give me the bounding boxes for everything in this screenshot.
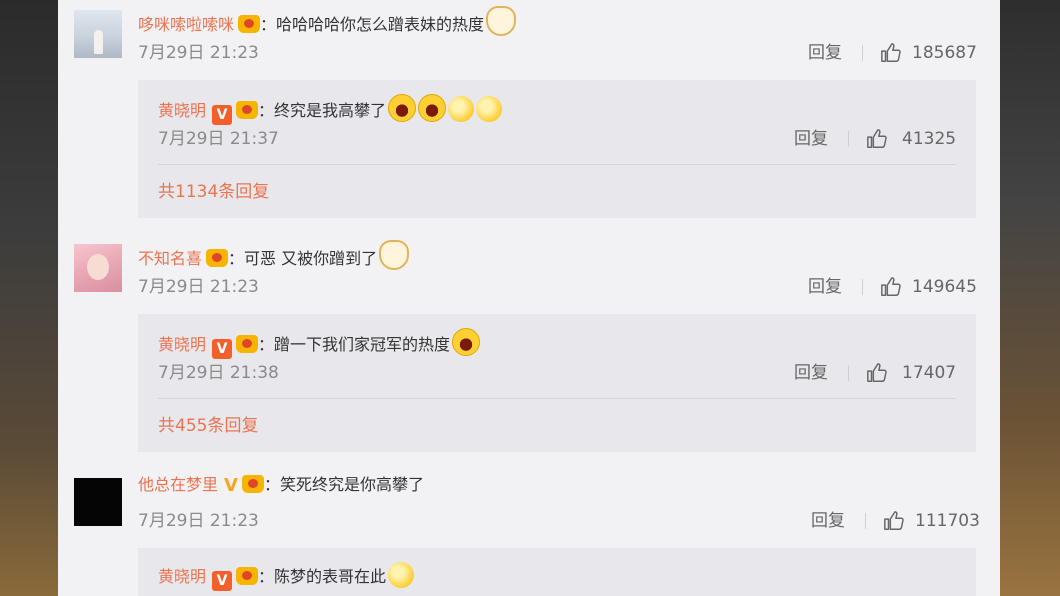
verified-v-icon: V: [212, 571, 233, 591]
thumbs-up-icon[interactable]: [866, 362, 888, 384]
verified-v-icon: V: [212, 105, 233, 125]
dog-emoji-icon: [379, 240, 410, 270]
comment-text: ：笑死终究是你高攀了: [263, 475, 424, 494]
comment-line: 他总在梦里 V ：笑死终究是你高攀了: [138, 474, 424, 497]
more-replies-link[interactable]: 共1134条回复: [158, 181, 269, 203]
reply-time: 7月29日 21:37: [158, 129, 279, 149]
crown-icon: [236, 101, 259, 119]
reply-divider: [158, 398, 956, 399]
comment-time: 7月29日 21:23: [138, 511, 259, 531]
comment-panel: 哆咪嗦啦嗦咪 ：哈哈哈哈你怎么蹭表妹的热度 7月29日 21:23 回复 1856…: [58, 0, 1000, 596]
action-divider: [862, 279, 863, 295]
like-count: 185687: [912, 43, 977, 63]
cover-face-emoji-icon: [448, 96, 475, 122]
comment-username[interactable]: 他总在梦里: [138, 475, 218, 494]
avatar[interactable]: [74, 10, 122, 58]
comment-line: 哆咪嗦啦嗦咪 ：哈哈哈哈你怎么蹭表妹的热度: [138, 6, 517, 36]
reply-line: 黄晓明 V ：终究是我高攀了: [158, 94, 503, 125]
crown-icon: [236, 567, 259, 585]
more-replies-link[interactable]: 共455条回复: [158, 415, 258, 437]
reply-text: ：终究是我高攀了: [258, 101, 387, 120]
reply-button[interactable]: 回复: [811, 510, 845, 532]
like-count: 41325: [902, 129, 957, 149]
comment-username[interactable]: 哆咪嗦啦嗦咪: [138, 15, 234, 34]
cover-face-emoji-icon: [388, 562, 415, 588]
crown-icon: [236, 335, 259, 353]
reply-box: 黄晓明 V ：终究是我高攀了 7月29日 21:37 回复 41325 共1134条…: [138, 80, 976, 218]
reply-line: 黄晓明 V ：陈梦的表哥在此: [158, 562, 415, 591]
crown-icon: [241, 475, 264, 493]
laugh-emoji-icon: [388, 94, 417, 122]
comment-time: 7月29日 21:23: [138, 277, 259, 297]
reply-box: 黄晓明 V ：蹭一下我们家冠军的热度 7月29日 21:38 回复 17407 共4…: [138, 314, 976, 452]
thumbs-up-icon[interactable]: [880, 276, 902, 298]
thumbs-up-icon[interactable]: [883, 510, 905, 532]
thumbs-up-icon[interactable]: [866, 128, 888, 150]
action-divider: [862, 45, 863, 61]
reply-username[interactable]: 黄晓明: [158, 567, 206, 586]
reply-text: ：蹭一下我们家冠军的热度: [258, 335, 451, 354]
reply-time: 7月29日 21:38: [158, 363, 279, 383]
video-background-right: [998, 0, 1060, 596]
action-divider: [865, 513, 866, 529]
reply-divider: [158, 164, 956, 165]
avatar[interactable]: [74, 244, 122, 292]
comment-time: 7月29日 21:23: [138, 43, 259, 63]
reply-button[interactable]: 回复: [794, 362, 828, 384]
laugh-emoji-icon: [418, 94, 447, 122]
crown-icon: [238, 15, 261, 33]
crown-icon: [206, 249, 229, 267]
comment-text: ：哈哈哈哈你怎么蹭表妹的热度: [260, 15, 485, 34]
laugh-emoji-icon: [452, 328, 481, 356]
reply-username[interactable]: 黄晓明: [158, 101, 206, 120]
avatar[interactable]: [74, 478, 122, 526]
reply-box: 黄晓明 V ：陈梦的表哥在此: [138, 548, 976, 596]
cover-face-emoji-icon: [476, 96, 503, 122]
reply-button[interactable]: 回复: [808, 276, 842, 298]
comment-username[interactable]: 不知名喜: [138, 249, 202, 268]
action-divider: [848, 365, 849, 381]
thumbs-up-icon[interactable]: [880, 42, 902, 64]
reply-button[interactable]: 回复: [794, 128, 828, 150]
reply-text: ：陈梦的表哥在此: [258, 567, 387, 586]
reply-line: 黄晓明 V ：蹭一下我们家冠军的热度: [158, 328, 481, 359]
like-count: 111703: [915, 511, 980, 531]
video-background-left: [0, 0, 60, 596]
comment-text: ：可恶 又被你蹭到了: [228, 249, 378, 268]
reply-button[interactable]: 回复: [808, 42, 842, 64]
reply-username[interactable]: 黄晓明: [158, 335, 206, 354]
verified-v-icon: V: [224, 475, 238, 496]
dog-emoji-icon: [486, 6, 517, 36]
action-divider: [848, 131, 849, 147]
verified-v-icon: V: [212, 339, 233, 359]
like-count: 149645: [912, 277, 977, 297]
like-count: 17407: [902, 363, 957, 383]
comment-line: 不知名喜 ：可恶 又被你蹭到了: [138, 240, 410, 270]
